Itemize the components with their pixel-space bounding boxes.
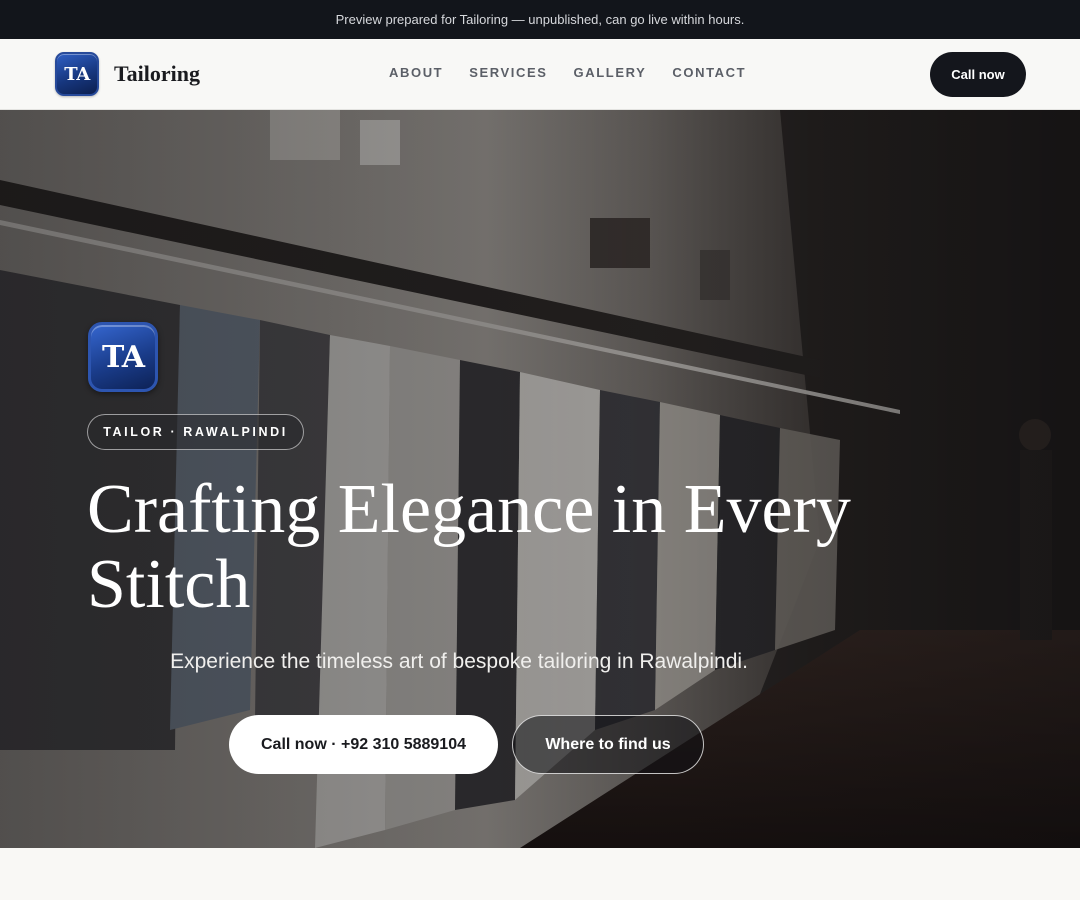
header-call-button[interactable]: Call now bbox=[930, 52, 1026, 97]
hero-section: TA TAILOR · RAWALPINDI Crafting Elegance… bbox=[0, 110, 1080, 848]
preview-banner-text: Preview prepared for Tailoring — unpubli… bbox=[335, 12, 745, 27]
nav-link-contact[interactable]: CONTACT bbox=[672, 65, 746, 80]
where-to-find-us-button[interactable]: Where to find us bbox=[512, 715, 704, 774]
hero-logo-badge: TA bbox=[88, 322, 158, 392]
site-header: TA Tailoring ABOUT SERVICES GALLERY CONT… bbox=[0, 39, 1080, 110]
hero-subtitle: Experience the timeless art of bespoke t… bbox=[170, 650, 748, 673]
hero-title: Crafting Elegance in Every Stitch bbox=[87, 471, 851, 623]
nav-link-gallery[interactable]: GALLERY bbox=[574, 65, 647, 80]
call-now-button[interactable]: Call now · +92 310 5889104 bbox=[229, 715, 498, 774]
category-location-chip: TAILOR · RAWALPINDI bbox=[87, 414, 304, 450]
logo-initials: TA bbox=[64, 63, 90, 85]
main-nav: ABOUT SERVICES GALLERY CONTACT bbox=[389, 65, 746, 80]
nav-link-about[interactable]: ABOUT bbox=[389, 65, 443, 80]
next-section bbox=[0, 848, 1080, 900]
brand-name[interactable]: Tailoring bbox=[114, 61, 200, 87]
logo-badge[interactable]: TA bbox=[55, 52, 99, 96]
preview-banner: Preview prepared for Tailoring — unpubli… bbox=[0, 0, 1080, 39]
nav-link-services[interactable]: SERVICES bbox=[469, 65, 547, 80]
hero-logo-initials: TA bbox=[102, 339, 145, 375]
